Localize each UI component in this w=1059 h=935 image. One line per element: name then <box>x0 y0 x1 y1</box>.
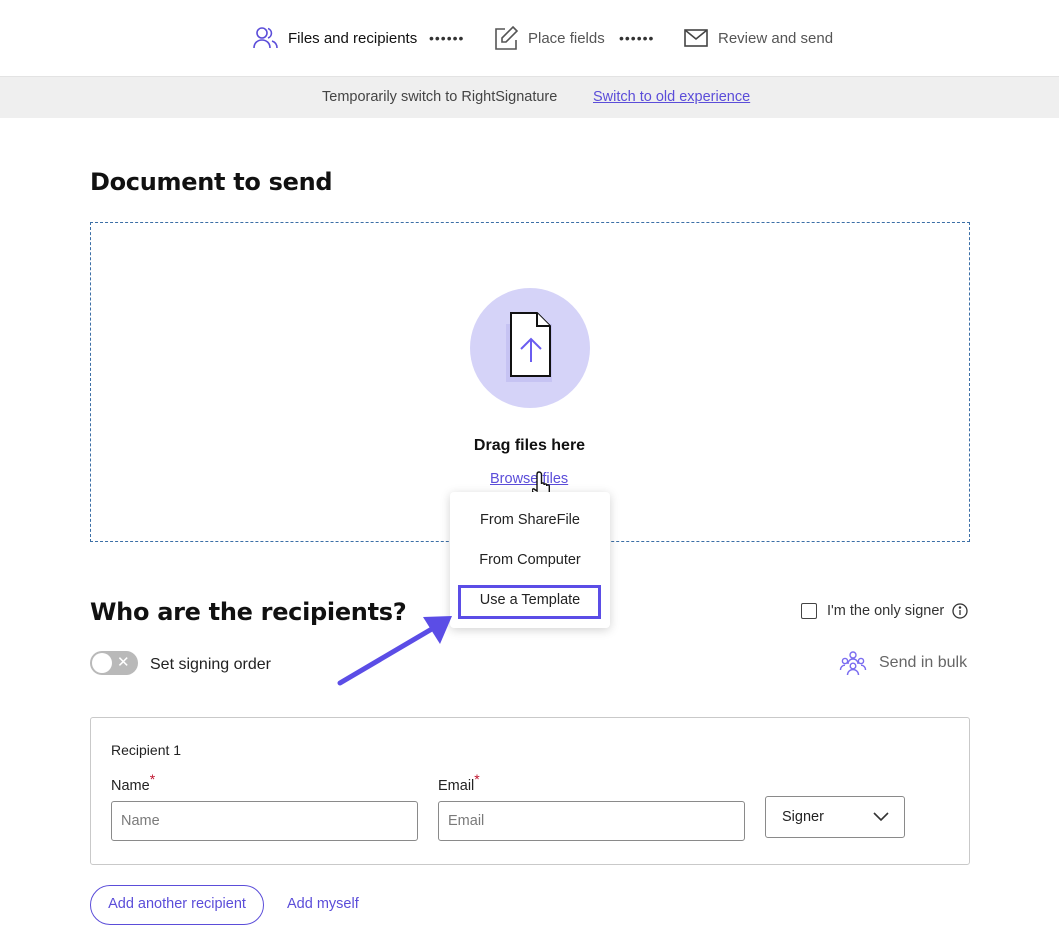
upload-file-icon <box>470 288 590 408</box>
banner-message: Temporarily switch to RightSignature <box>322 89 558 105</box>
step-place-fields[interactable]: Place fields <box>493 22 605 54</box>
envelope-icon <box>683 25 709 51</box>
switch-experience-link[interactable]: Switch to old experience <box>593 89 750 105</box>
step-label: Files and recipients <box>288 29 418 47</box>
document-heading: Document to send <box>90 168 333 196</box>
name-input[interactable] <box>111 801 418 841</box>
toggle-off-icon: ✕ <box>117 654 130 671</box>
email-label: Email* <box>438 771 480 794</box>
step-separator: •••••• <box>429 30 465 46</box>
chevron-down-icon <box>873 812 889 822</box>
menu-item-from-computer[interactable]: From Computer <box>450 552 610 568</box>
send-in-bulk-label: Send in bulk <box>879 654 968 671</box>
edit-icon <box>493 25 519 51</box>
email-input[interactable] <box>438 801 745 841</box>
recipient-title: Recipient 1 <box>111 742 182 758</box>
step-review-and-send[interactable]: Review and send <box>683 22 833 54</box>
role-value: Signer <box>782 809 824 825</box>
step-label: Review and send <box>718 29 834 47</box>
drag-files-text: Drag files here <box>473 437 586 454</box>
step-label: Place fields <box>528 29 605 47</box>
people-icon <box>253 25 279 51</box>
role-select[interactable]: Signer <box>765 796 905 838</box>
add-myself-link[interactable]: Add myself <box>287 896 359 912</box>
menu-item-from-sharefile[interactable]: From ShareFile <box>450 512 610 528</box>
experience-banner: Temporarily switch to RightSignature Swi… <box>0 77 1059 118</box>
step-files-and-recipients[interactable]: Files and recipients <box>253 22 417 54</box>
browse-files-link[interactable]: Browse files <box>490 471 568 487</box>
add-another-recipient-button[interactable]: Add another recipient <box>90 885 264 925</box>
group-icon <box>839 650 867 676</box>
only-signer-option[interactable]: I'm the only signer <box>801 603 968 619</box>
info-icon[interactable] <box>952 603 968 619</box>
stepper-bar: Files and recipients •••••• Place fields… <box>0 0 1059 77</box>
signing-order-toggle[interactable]: ✕ <box>90 651 138 675</box>
send-in-bulk-button[interactable]: Send in bulk <box>839 650 967 676</box>
required-marker: * <box>149 771 156 787</box>
recipients-heading: Who are the recipients? <box>90 598 407 626</box>
only-signer-checkbox[interactable] <box>801 603 817 619</box>
recipient-card: Recipient 1 Name* Email* Signer <box>90 717 970 865</box>
name-label: Name* <box>111 771 156 794</box>
required-marker: * <box>474 771 480 787</box>
only-signer-label: I'm the only signer <box>827 603 945 619</box>
step-separator: •••••• <box>619 30 655 46</box>
signing-order-label: Set signing order <box>150 656 271 673</box>
template-highlight-box <box>458 585 601 619</box>
toggle-knob <box>92 653 112 673</box>
